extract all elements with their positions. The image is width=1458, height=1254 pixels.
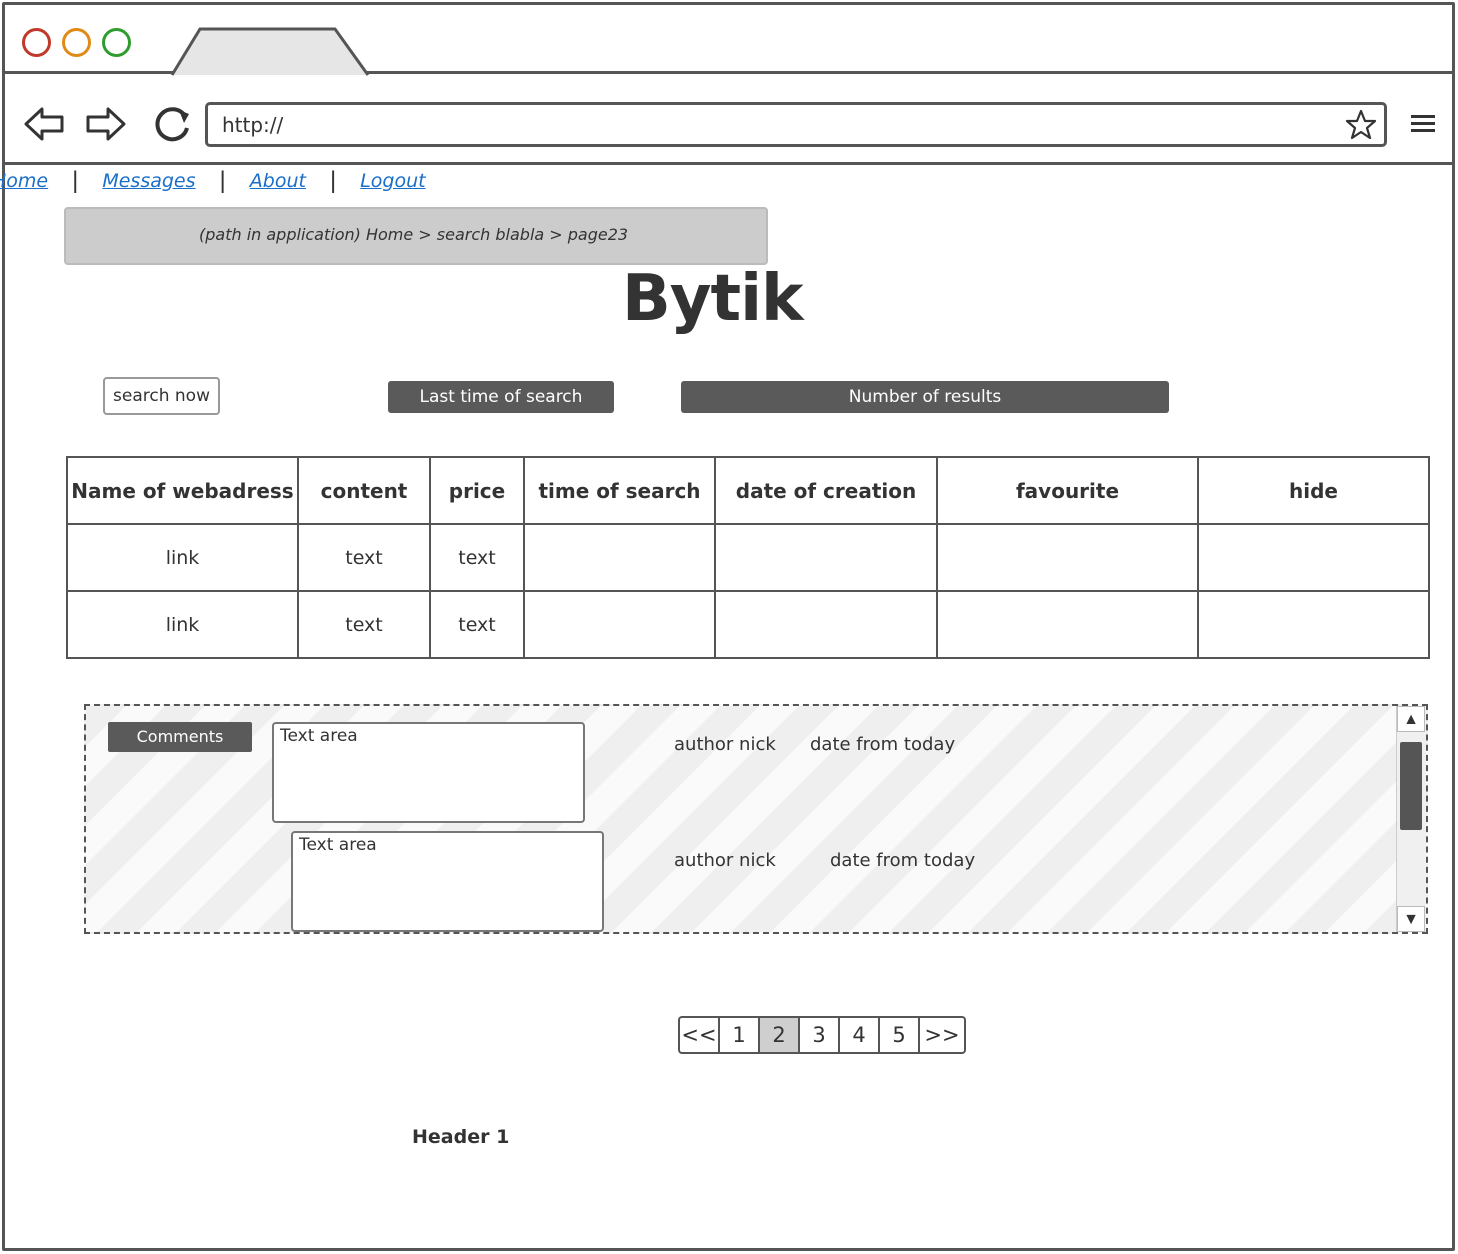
- column-header-webadress[interactable]: Name of webadress: [66, 456, 299, 525]
- result-link[interactable]: link: [66, 523, 299, 592]
- comment-text-area[interactable]: Text area: [291, 831, 604, 932]
- browser-toolbar: http://: [5, 74, 1452, 162]
- pager-page-4[interactable]: 4: [840, 1018, 880, 1052]
- address-bar[interactable]: http://: [205, 102, 1387, 147]
- pager-page-1[interactable]: 1: [720, 1018, 760, 1052]
- nav-separator: |: [219, 167, 226, 194]
- hide-cell[interactable]: [1197, 590, 1430, 659]
- minimize-window-icon[interactable]: [62, 28, 91, 57]
- nav-link-messages[interactable]: Messages: [102, 170, 195, 192]
- table-cell: text: [429, 590, 525, 659]
- pager-last-button[interactable]: >>: [920, 1018, 964, 1052]
- comment-author-nick: author nick: [674, 850, 776, 871]
- url-text: http://: [222, 113, 284, 137]
- table-cell: text: [429, 523, 525, 592]
- comment-date: date from today: [810, 734, 956, 755]
- forward-arrow-icon[interactable]: [84, 104, 128, 144]
- last-time-of-search-label: Last time of search: [388, 381, 614, 413]
- column-header-date-of-creation[interactable]: date of creation: [714, 456, 938, 525]
- close-window-icon[interactable]: [22, 28, 51, 57]
- pager-page-5[interactable]: 5: [880, 1018, 920, 1052]
- browser-chrome: http://: [5, 5, 1452, 165]
- column-header-time-of-search[interactable]: time of search: [523, 456, 716, 525]
- footer-heading: Header 1: [412, 1126, 510, 1148]
- menu-icon[interactable]: [1410, 112, 1436, 134]
- pager-page-2-active[interactable]: 2: [760, 1018, 800, 1052]
- comments-scrollbar[interactable]: ▲ ▼: [1396, 706, 1426, 932]
- pagination: << 1 2 3 4 5 >>: [678, 1016, 966, 1054]
- table-cell: [523, 590, 716, 659]
- tab-strip: [5, 5, 1452, 77]
- number-of-results-label: Number of results: [681, 381, 1169, 413]
- scroll-down-icon[interactable]: ▼: [1397, 906, 1425, 932]
- column-header-price[interactable]: price: [429, 456, 525, 525]
- nav-separator: |: [329, 167, 337, 194]
- result-link[interactable]: link: [66, 590, 299, 659]
- top-navigation: Home | Messages | About | Logout: [0, 166, 426, 196]
- app-logo: Bytik: [622, 262, 804, 336]
- browser-tab[interactable]: [170, 25, 370, 77]
- scrollbar-thumb[interactable]: [1400, 742, 1422, 830]
- maximize-window-icon[interactable]: [102, 28, 131, 57]
- comments-panel: Comments Text area author nick date from…: [84, 704, 1428, 934]
- comment-text-area[interactable]: Text area: [272, 722, 585, 823]
- table-row: link text text: [66, 523, 1430, 592]
- breadcrumb-text: (path in application) Home > search blab…: [199, 225, 629, 244]
- table-row: link text text: [66, 590, 1430, 659]
- table-cell: text: [297, 590, 431, 659]
- table-cell: text: [297, 523, 431, 592]
- nav-link-home[interactable]: Home: [0, 170, 48, 192]
- column-header-content[interactable]: content: [297, 456, 431, 525]
- pager-first-button[interactable]: <<: [680, 1018, 720, 1052]
- nav-separator: |: [72, 167, 79, 194]
- table-cell: [714, 590, 938, 659]
- column-header-favourite[interactable]: favourite: [936, 456, 1199, 525]
- favourite-cell[interactable]: [936, 523, 1199, 592]
- bookmark-star-icon[interactable]: [1344, 108, 1378, 142]
- table-cell: [714, 523, 938, 592]
- back-arrow-icon[interactable]: [22, 104, 66, 144]
- pager-page-3[interactable]: 3: [800, 1018, 840, 1052]
- comment-author-nick: author nick: [674, 734, 776, 755]
- favourite-cell[interactable]: [936, 590, 1199, 659]
- reload-icon[interactable]: [151, 104, 195, 144]
- comments-label: Comments: [108, 722, 252, 752]
- breadcrumb: (path in application) Home > search blab…: [64, 207, 768, 265]
- nav-link-logout[interactable]: Logout: [360, 170, 425, 192]
- comment-date: date from today: [830, 850, 976, 871]
- results-table: Name of webadress content price time of …: [66, 456, 1430, 659]
- nav-link-about[interactable]: About: [250, 170, 306, 192]
- scroll-up-icon[interactable]: ▲: [1397, 706, 1425, 732]
- column-header-hide[interactable]: hide: [1197, 456, 1430, 525]
- table-cell: [523, 523, 716, 592]
- hide-cell[interactable]: [1197, 523, 1430, 592]
- search-now-button[interactable]: search now: [103, 377, 220, 415]
- table-header-row: Name of webadress content price time of …: [66, 456, 1430, 525]
